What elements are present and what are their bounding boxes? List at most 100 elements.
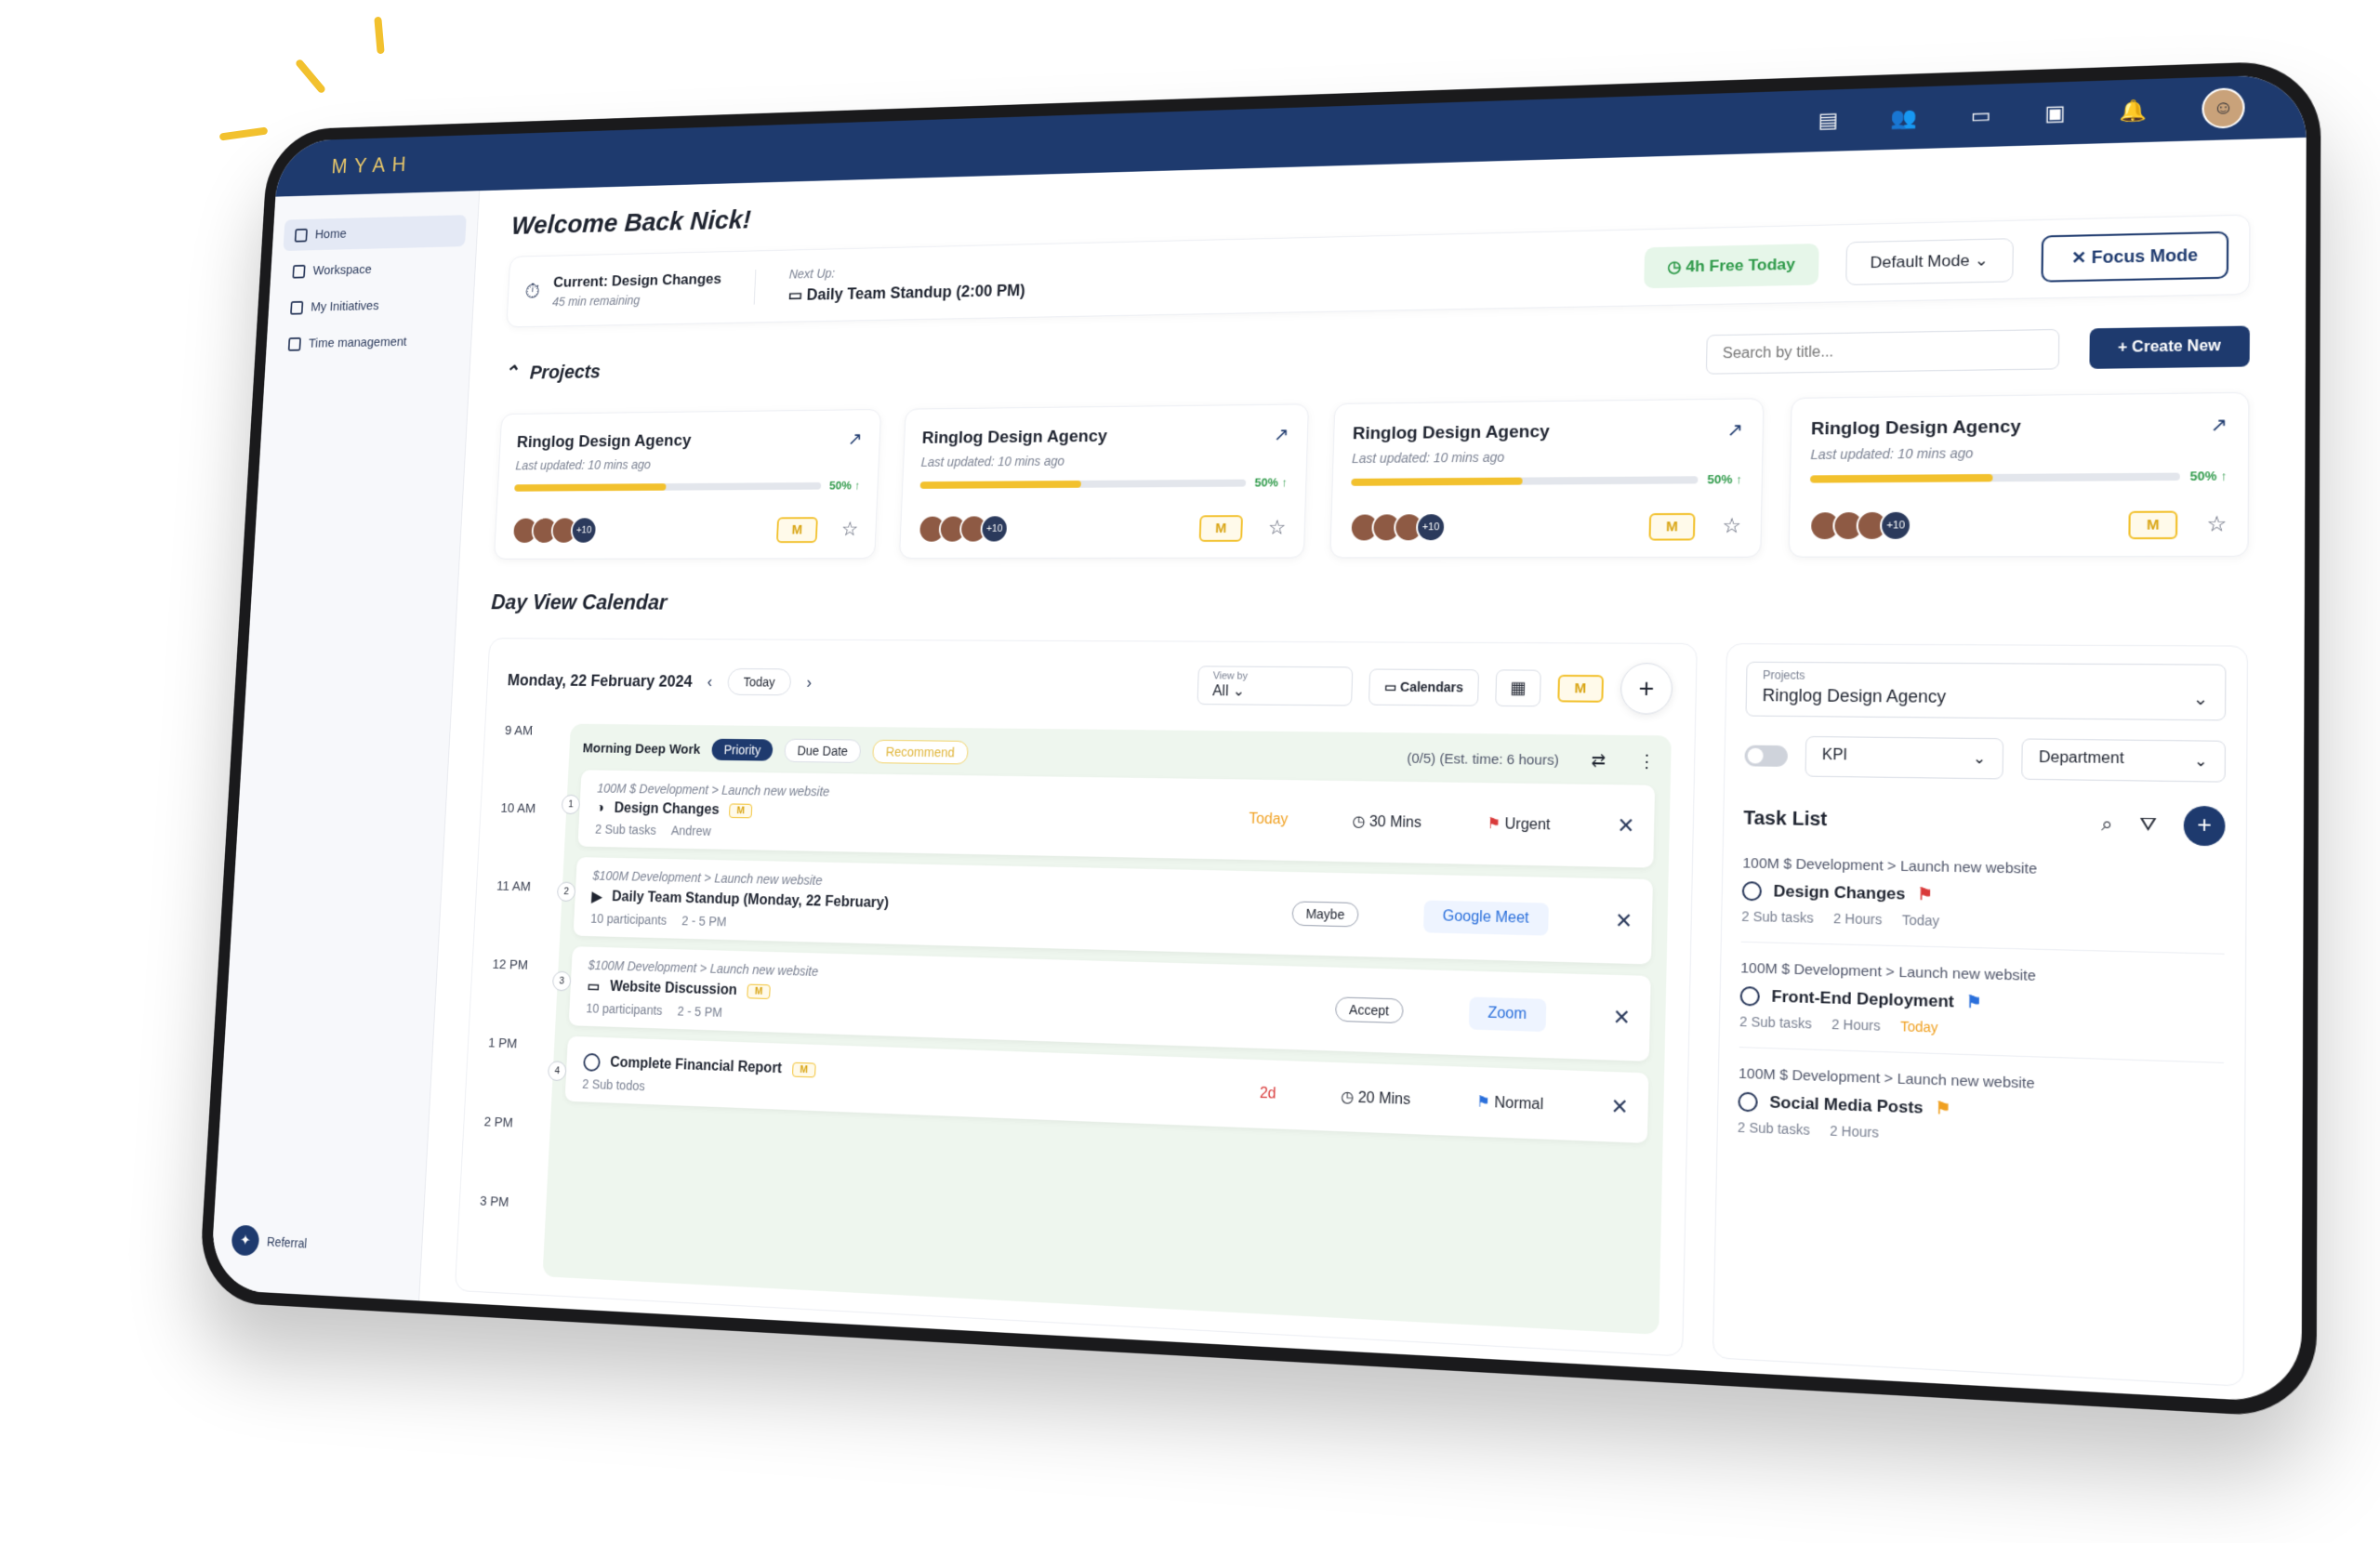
list-item[interactable]: 100M $ Development > Launch new website … (1740, 837, 2226, 955)
close-icon[interactable]: ✕ (1615, 908, 1633, 933)
progress-fill (1351, 477, 1523, 486)
sidebar-item-label: My Initiatives (310, 298, 379, 315)
avatar[interactable]: ☺ (2202, 87, 2245, 129)
recommend-tag[interactable]: Recommend (872, 739, 969, 765)
hour-label: 2 PM (483, 1114, 514, 1131)
sync-icon[interactable]: ⇄ (1591, 750, 1606, 771)
external-link-icon[interactable]: ↗ (1726, 418, 1743, 442)
list-item[interactable]: 100M $ Development > Launch new website … (1737, 1048, 2223, 1171)
department-select[interactable]: Department ⌄ (2021, 738, 2227, 783)
chat-icon[interactable]: ▣ (2044, 100, 2066, 125)
project-name: Ringlog Design Agency (1810, 416, 2021, 440)
ai-chip[interactable]: M (1198, 514, 1244, 542)
main-content: Welcome Back Nick! ⏱ Current: Design Cha… (434, 138, 2276, 1402)
current-task-remaining: 45 min remaining (551, 292, 641, 309)
progress-percent: 50% ↑ (2189, 468, 2228, 484)
toggle-switch[interactable] (1744, 745, 1789, 767)
calendar-title: Day View Calendar (490, 590, 668, 615)
video-icon: ▭ (587, 979, 601, 996)
sidebar-item-time[interactable]: Time management (276, 325, 460, 360)
kpi-select[interactable]: KPI ⌄ (1805, 735, 2004, 780)
mode-select[interactable]: Default Mode ⌄ (1844, 237, 2014, 285)
close-icon[interactable]: ✕ (1612, 1005, 1631, 1031)
rsvp-select[interactable]: Accept (1334, 996, 1404, 1024)
sidebar-item-initiatives[interactable]: My Initiatives (279, 288, 463, 323)
list-item[interactable]: 100M $ Development > Launch new website … (1739, 942, 2225, 1063)
clipboard-icon[interactable]: ▤ (1818, 108, 1838, 133)
ai-chip: M (791, 1062, 816, 1078)
create-new-button[interactable]: + Create New (2089, 325, 2250, 369)
sidebar-item-home[interactable]: Home (283, 215, 467, 251)
external-link-icon[interactable]: ↗ (848, 428, 863, 450)
project-card[interactable]: Ringlog Design Agency ↗ Last updated: 10 … (1329, 398, 1765, 559)
projects-title[interactable]: ⌃ Projects (503, 361, 601, 385)
meeting-link[interactable]: Google Meet (1422, 900, 1549, 936)
current-task[interactable]: ⏱ Current: Design Changes 45 min remaini… (523, 269, 757, 310)
ai-chip[interactable]: M (2128, 510, 2178, 539)
ai-chip[interactable]: M (775, 516, 819, 543)
add-event-button[interactable]: + (1620, 663, 1673, 715)
flag-icon: ⚑ (1917, 884, 1933, 904)
calendar-section: Monday, 22 February 2024 ‹ Today › View … (454, 638, 2249, 1387)
filter-icon[interactable]: ⛛ (2139, 813, 2157, 837)
star-icon[interactable]: ☆ (1268, 516, 1287, 540)
chevron-down-icon: ⌄ (2193, 753, 2208, 771)
time-block[interactable]: Morning Deep Work Priority Due Date Reco… (542, 723, 1672, 1335)
view-by-select[interactable]: View by All ⌄ (1197, 666, 1353, 706)
add-task-button[interactable]: + (2183, 805, 2226, 847)
calendar-task[interactable]: 1 100M $ Development > Launch new websit… (561, 770, 1656, 868)
star-icon[interactable]: ☆ (2206, 511, 2227, 537)
progress-percent: 50% ↑ (1707, 471, 1743, 487)
member-avatars: +10 (1349, 512, 1447, 543)
star-icon[interactable]: ☆ (1722, 514, 1741, 539)
ai-chip[interactable]: M (1648, 512, 1696, 541)
users-icon[interactable]: 👥 (1891, 106, 1918, 131)
referral-button[interactable]: ✦ Referral (231, 1224, 308, 1259)
priority-flag[interactable]: ⚑ Urgent (1487, 814, 1551, 835)
more-members: +10 (1879, 509, 1912, 541)
calendar-task[interactable]: 2 $100M Development > Launch new website… (556, 857, 1653, 965)
bell-icon[interactable]: 🔔 (2120, 99, 2148, 125)
search-input[interactable] (1705, 328, 2060, 375)
task-breadcrumb: 100M $ Development > Launch new website (597, 781, 830, 799)
calendar-icon: ▭ (1383, 679, 1401, 694)
more-icon[interactable]: ⋮ (1638, 751, 1656, 772)
projects-header: ⌃ Projects + Create New (503, 325, 2250, 390)
ticket-icon[interactable]: ▭ (1970, 103, 1990, 128)
today-button[interactable]: Today (726, 667, 792, 696)
more-members: +10 (570, 516, 598, 545)
gift-icon: ✦ (231, 1224, 260, 1257)
priority-flag[interactable]: ⚑ Normal (1476, 1092, 1544, 1114)
external-link-icon[interactable]: ↗ (2210, 413, 2228, 437)
due-date-tag[interactable]: Due Date (784, 738, 862, 763)
calendars-button[interactable]: ▭ Calendars (1368, 667, 1480, 706)
meeting-link[interactable]: Zoom (1468, 996, 1546, 1033)
more-members: +10 (1415, 512, 1447, 543)
close-icon[interactable]: ✕ (1617, 813, 1635, 838)
chevron-left-icon[interactable]: ‹ (707, 672, 712, 691)
project-select[interactable]: Projects Ringlog Design Agency ⌄ (1745, 661, 2227, 721)
chevron-right-icon[interactable]: › (806, 673, 812, 692)
project-card[interactable]: Ringlog Design Agency ↗ Last updated: 10 … (494, 409, 882, 560)
calendar-icon[interactable]: ▦ (1495, 668, 1541, 706)
sidebar: Home Workspace My Initiatives Time manag… (209, 191, 481, 1301)
priority-tag[interactable]: Priority (711, 738, 774, 761)
focus-mode-button[interactable]: ✕ Focus Mode (2041, 231, 2229, 283)
external-link-icon[interactable]: ↗ (1274, 423, 1289, 446)
ai-chip[interactable]: M (1556, 674, 1605, 703)
star-icon[interactable]: ☆ (841, 518, 859, 541)
rsvp-select[interactable]: Maybe (1291, 901, 1359, 928)
time-block-name: Morning Deep Work (582, 740, 701, 758)
project-card[interactable]: Ringlog Design Agency ↗ Last updated: 10 … (898, 403, 1309, 560)
project-card[interactable]: Ringlog Design Agency ↗ Last updated: 10 … (1788, 391, 2250, 558)
sidebar-item-workspace[interactable]: Workspace (281, 252, 465, 287)
flag-icon: ⚑ (1475, 1094, 1495, 1112)
close-icon[interactable]: ✕ (1610, 1094, 1629, 1120)
focus-icon: ✕ (2070, 247, 2092, 268)
member-avatars: +10 (918, 514, 1010, 544)
projects-tools: + Create New (1705, 325, 2250, 375)
search-icon[interactable]: ⌕ (2101, 812, 2113, 836)
chevron-up-icon[interactable]: ⌃ (503, 362, 519, 384)
sidebar-item-label: Home (314, 226, 348, 243)
next-up[interactable]: Next Up: ▭ Daily Team Standup (2:00 PM) (754, 262, 1026, 306)
